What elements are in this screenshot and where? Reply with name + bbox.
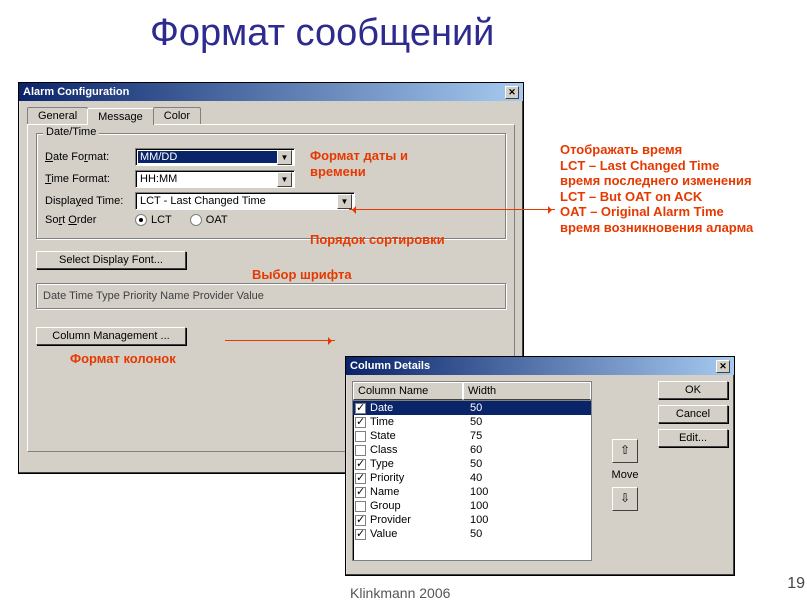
anno-font-select: Выбор шрифта [252, 267, 352, 283]
checkbox[interactable] [355, 417, 366, 428]
col-name: Provider [370, 514, 470, 526]
edit-button[interactable]: Edit... [658, 429, 728, 447]
date-format-combo[interactable]: MM/DD ▼ [135, 148, 295, 166]
sort-order-label: Sort Order [45, 214, 135, 226]
anno-date-format: Формат даты и времени [310, 148, 420, 179]
page-number: 19 [787, 575, 805, 593]
col-width: 60 [470, 444, 589, 456]
checkbox[interactable] [355, 473, 366, 484]
cancel-button[interactable]: Cancel [658, 405, 728, 423]
tab-general[interactable]: General [27, 107, 88, 124]
preview-line: Date Time Type Priority Name Provider Va… [36, 283, 506, 309]
checkbox[interactable] [355, 445, 366, 456]
time-format-value: HH:MM [138, 173, 277, 185]
datetime-group: Date/Time Date Format: MM/DD ▼ Time Form… [36, 133, 506, 239]
titlebar[interactable]: Column Details ✕ [346, 357, 734, 375]
displayed-time-value: LCT - Last Changed Time [138, 195, 337, 207]
anno-sort-order: Порядок сортировки [310, 232, 445, 248]
close-icon[interactable]: ✕ [505, 86, 519, 99]
dialog-title: Alarm Configuration [23, 86, 129, 98]
checkbox[interactable] [355, 487, 366, 498]
column-list-body[interactable]: Date50Time50State75Class60Type50Priority… [352, 401, 592, 561]
ok-button[interactable]: OK [658, 381, 728, 399]
col-header-width[interactable]: Width [463, 382, 591, 400]
tab-color[interactable]: Color [153, 107, 201, 124]
slide-footer: Klinkmann 2006 [350, 585, 450, 601]
col-width: 50 [470, 528, 589, 540]
table-row[interactable]: Provider100 [353, 513, 591, 527]
column-management-button[interactable]: Column Management ... [36, 327, 186, 345]
col-name: Name [370, 486, 470, 498]
time-format-label: Time Format: [45, 173, 135, 185]
chevron-down-icon[interactable]: ▼ [277, 150, 292, 165]
checkbox[interactable] [355, 459, 366, 470]
radio-lct[interactable] [135, 214, 147, 226]
checkbox[interactable] [355, 431, 366, 442]
anno-arrow [355, 209, 555, 210]
col-name: Class [370, 444, 470, 456]
col-name: State [370, 430, 470, 442]
move-label: Move [612, 469, 639, 481]
checkbox[interactable] [355, 501, 366, 512]
checkbox[interactable] [355, 403, 366, 414]
move-controls: ⇧ Move ⇩ [600, 381, 650, 569]
column-details-dialog: Column Details ✕ Column Name Width Date5… [345, 356, 735, 576]
tab-message[interactable]: Message [87, 108, 154, 125]
time-format-combo[interactable]: HH:MM ▼ [135, 170, 295, 188]
displayed-time-label: Displayed Time: [45, 195, 135, 207]
radio-oat-label: OAT [206, 214, 228, 226]
col-name: Time [370, 416, 470, 428]
col-width: 50 [470, 458, 589, 470]
col-name: Type [370, 458, 470, 470]
col-width: 100 [470, 514, 589, 526]
col-width: 50 [470, 416, 589, 428]
slide-title: Формат сообщений [150, 12, 494, 55]
anno-arrow [349, 209, 355, 210]
column-list: Column Name Width Date50Time50State75Cla… [352, 381, 592, 569]
move-up-button[interactable]: ⇧ [612, 439, 638, 463]
col-width: 100 [470, 500, 589, 512]
move-down-button[interactable]: ⇩ [612, 487, 638, 511]
dialog-title: Column Details [350, 360, 430, 372]
tabstrip: General Message Color [27, 107, 523, 124]
table-row[interactable]: Time50 [353, 415, 591, 429]
col-width: 75 [470, 430, 589, 442]
radio-lct-label: LCT [151, 214, 172, 226]
radio-oat[interactable] [190, 214, 202, 226]
date-format-value: MM/DD [138, 151, 277, 163]
table-row[interactable]: State75 [353, 429, 591, 443]
group-legend: Date/Time [43, 126, 99, 138]
anno-column-format: Формат колонок [70, 351, 176, 367]
table-row[interactable]: Type50 [353, 457, 591, 471]
displayed-time-combo[interactable]: LCT - Last Changed Time ▼ [135, 192, 355, 210]
col-width: 40 [470, 472, 589, 484]
table-row[interactable]: Date50 [353, 401, 591, 415]
titlebar[interactable]: Alarm Configuration ✕ [19, 83, 523, 101]
select-font-button[interactable]: Select Display Font... [36, 251, 186, 269]
col-header-name[interactable]: Column Name [353, 382, 463, 400]
table-row[interactable]: Priority40 [353, 471, 591, 485]
anno-arrow [225, 340, 335, 341]
table-row[interactable]: Group100 [353, 499, 591, 513]
close-icon[interactable]: ✕ [716, 360, 730, 373]
col-name: Date [370, 402, 470, 414]
col-name: Value [370, 528, 470, 540]
col-name: Group [370, 500, 470, 512]
checkbox[interactable] [355, 515, 366, 526]
chevron-down-icon[interactable]: ▼ [277, 172, 292, 187]
col-width: 50 [470, 402, 589, 414]
col-width: 100 [470, 486, 589, 498]
date-format-label: Date Format: [45, 151, 135, 163]
anno-displayed-time: Отображать время LCT – Last Changed Time… [560, 142, 790, 236]
checkbox[interactable] [355, 529, 366, 540]
col-name: Priority [370, 472, 470, 484]
table-row[interactable]: Name100 [353, 485, 591, 499]
table-row[interactable]: Value50 [353, 527, 591, 541]
table-row[interactable]: Class60 [353, 443, 591, 457]
